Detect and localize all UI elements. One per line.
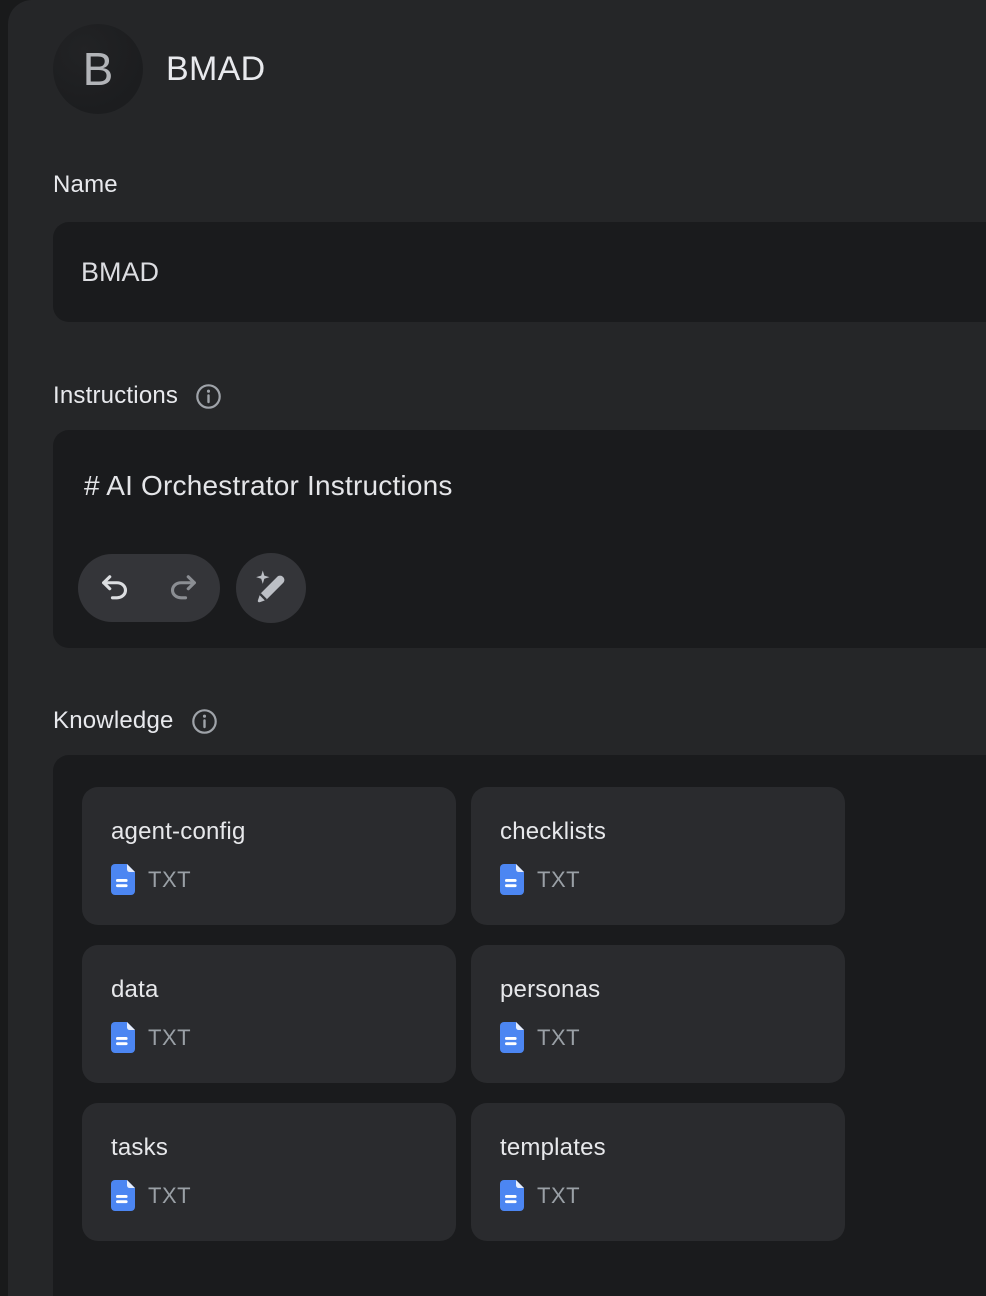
info-icon[interactable] xyxy=(195,383,222,410)
file-name: templates xyxy=(500,1133,845,1163)
magic-rewrite-button[interactable] xyxy=(236,553,306,623)
redo-icon xyxy=(166,570,200,607)
magic-rewrite-pencil-icon xyxy=(252,568,290,609)
file-type: TXT xyxy=(148,1183,191,1209)
blue-document-icon xyxy=(500,864,524,895)
file-meta: TXT xyxy=(111,1180,456,1211)
gem-header: B BMAD xyxy=(53,0,986,114)
undo-redo-group xyxy=(78,554,220,622)
blue-document-icon xyxy=(500,1022,524,1053)
redo-button[interactable] xyxy=(153,554,213,622)
knowledge-label: Knowledge xyxy=(53,707,174,735)
gem-editor-panel: B BMAD Name Instructions # AI Orchestrat… xyxy=(8,0,986,1296)
blue-document-icon xyxy=(500,1180,524,1211)
editor-toolbar xyxy=(78,553,306,623)
file-name: agent-config xyxy=(111,817,456,847)
knowledge-grid: agent-config TXT checklists xyxy=(82,787,986,1241)
blue-document-icon xyxy=(111,1180,135,1211)
knowledge-file-card[interactable]: data TXT xyxy=(82,945,456,1083)
file-meta: TXT xyxy=(500,1022,845,1053)
file-meta: TXT xyxy=(500,864,845,895)
name-input[interactable] xyxy=(53,222,986,322)
page-background: B BMAD Name Instructions # AI Orchestrat… xyxy=(0,0,986,1296)
gem-avatar: B xyxy=(53,24,143,114)
knowledge-label-row: Knowledge xyxy=(53,707,986,735)
file-type: TXT xyxy=(537,867,580,893)
knowledge-file-card[interactable]: personas TXT xyxy=(471,945,845,1083)
knowledge-file-card[interactable]: agent-config TXT xyxy=(82,787,456,925)
knowledge-file-card[interactable]: templates TXT xyxy=(471,1103,845,1241)
info-icon[interactable] xyxy=(191,708,218,735)
undo-icon xyxy=(98,570,132,607)
file-type: TXT xyxy=(537,1025,580,1051)
file-name: personas xyxy=(500,975,845,1005)
instructions-label: Instructions xyxy=(53,382,178,410)
knowledge-file-card[interactable]: checklists TXT xyxy=(471,787,845,925)
file-type: TXT xyxy=(148,867,191,893)
file-type: TXT xyxy=(148,1025,191,1051)
blue-document-icon xyxy=(111,1022,135,1053)
instructions-editor[interactable]: # AI Orchestrator Instructions xyxy=(53,430,986,648)
gem-title: BMAD xyxy=(166,50,265,89)
instructions-label-row: Instructions xyxy=(53,382,986,410)
file-meta: TXT xyxy=(111,1022,456,1053)
blue-document-icon xyxy=(111,864,135,895)
file-meta: TXT xyxy=(500,1180,845,1211)
instructions-text[interactable]: # AI Orchestrator Instructions xyxy=(84,470,986,502)
file-meta: TXT xyxy=(111,864,456,895)
file-name: tasks xyxy=(111,1133,456,1163)
knowledge-file-card[interactable]: tasks TXT xyxy=(82,1103,456,1241)
name-label: Name xyxy=(53,171,986,199)
avatar-letter: B xyxy=(83,46,114,92)
file-type: TXT xyxy=(537,1183,580,1209)
knowledge-container: agent-config TXT checklists xyxy=(53,755,986,1296)
undo-button[interactable] xyxy=(85,554,145,622)
file-name: data xyxy=(111,975,456,1005)
file-name: checklists xyxy=(500,817,845,847)
